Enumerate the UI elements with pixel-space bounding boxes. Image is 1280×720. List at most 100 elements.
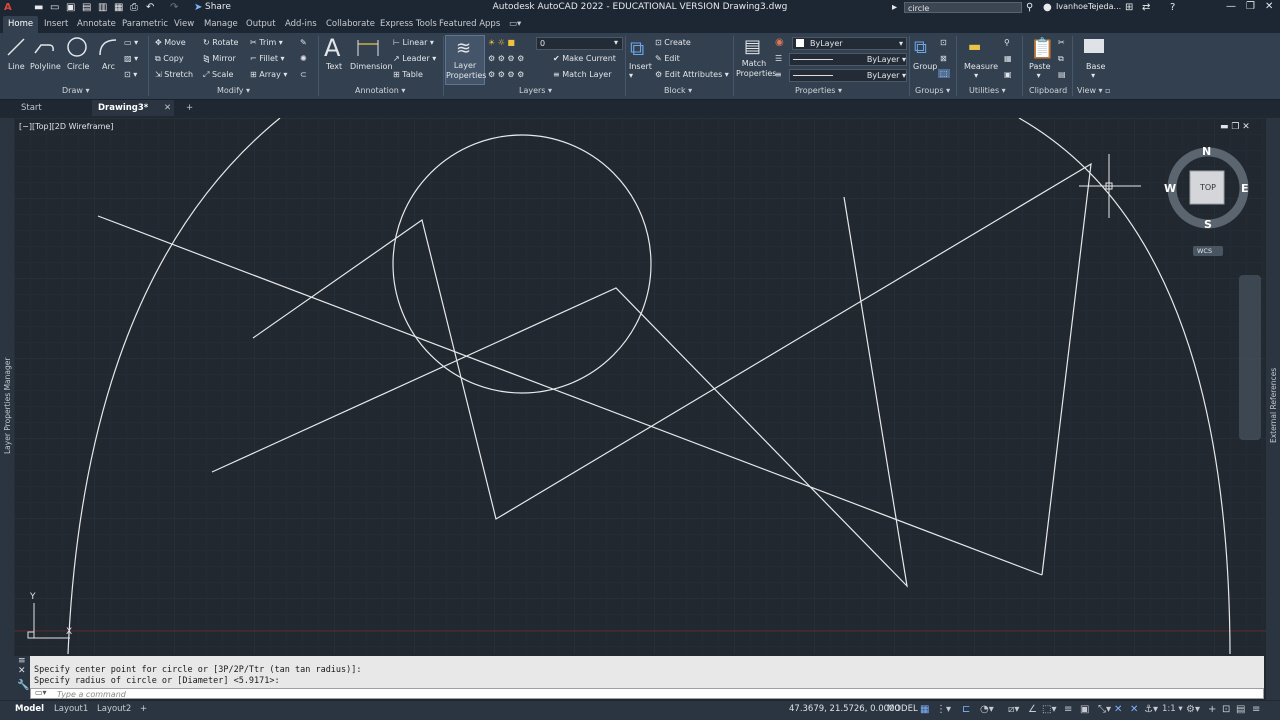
properties-panel-title[interactable]: Properties ▾ (795, 86, 842, 95)
search-input[interactable]: circle (904, 2, 1022, 13)
groups-panel-title[interactable]: Groups ▾ (915, 86, 950, 95)
polyline-button[interactable]: Polyline (30, 62, 61, 71)
annotation-panel-title[interactable]: Annotation ▾ (355, 86, 405, 95)
tab-manage[interactable]: Manage (204, 19, 238, 29)
offset-icon[interactable]: ⊂ (300, 70, 307, 79)
table-button[interactable]: ⊞ Table (393, 70, 423, 79)
scale-button[interactable]: ⤢ Scale (203, 70, 233, 80)
copy-button[interactable]: ⧉ Copy (155, 54, 184, 64)
restore-icon[interactable]: ❐ (1246, 1, 1255, 12)
ribbon-options-icon[interactable]: ▭▾ (509, 19, 521, 29)
create-block-button[interactable]: ⊡ Create (655, 38, 691, 47)
mirror-button[interactable]: ⧎ Mirror (203, 54, 236, 63)
command-prompt-icon[interactable]: ▭▾ (35, 688, 47, 697)
command-grip-icon[interactable]: ≡ (18, 656, 26, 666)
arc-button[interactable]: Arc (102, 62, 115, 71)
annotation-autoscale-icon[interactable]: ✕ (1130, 704, 1138, 715)
drawing-svg[interactable] (14, 118, 1266, 654)
coordinates-readout[interactable]: 47.3679, 21.5726, 0.0000 (789, 704, 900, 714)
color-dropdown[interactable]: ByLayer ▾ (792, 37, 907, 50)
tab-express-tools[interactable]: Express Tools (380, 19, 437, 29)
line-button[interactable]: Line (8, 62, 25, 71)
ortho-icon[interactable]: ⊏ (962, 704, 970, 715)
new-tab-icon[interactable]: + (180, 100, 199, 116)
chevron-down-icon[interactable]: ▾ (614, 38, 618, 47)
tab-annotate[interactable]: Annotate (77, 19, 116, 29)
units-icon[interactable]: ⊡ (1222, 704, 1230, 715)
view-panel-title[interactable]: View ▾ ▫ (1077, 86, 1111, 95)
layers-panel-title[interactable]: Layers ▾ (519, 86, 552, 95)
selection-cycling-icon[interactable]: ⤡▾ (1098, 704, 1111, 715)
tab-view[interactable]: View (174, 19, 194, 29)
viewport-controls-icons[interactable]: ▬ ❐ ✕ (1220, 122, 1250, 132)
insert-icon[interactable]: ⧉ (630, 36, 644, 60)
utilities-panel-title[interactable]: Utilities ▾ (969, 86, 1006, 95)
workspace-gear-icon[interactable]: ⚙▾ (1186, 704, 1200, 715)
draw-panel-title[interactable]: Draw ▾ (62, 86, 89, 95)
insert-button[interactable]: Insert ▾ (629, 62, 652, 80)
quick-properties-icon[interactable]: ▤ (1236, 704, 1245, 715)
rectangle-icon[interactable]: ▭ ▾ (124, 38, 138, 47)
match-properties-icon[interactable]: ▤ (744, 36, 761, 57)
explode-icon[interactable]: ✺ (300, 54, 307, 63)
layer-tools-row1-icons[interactable]: ⚙ ⚙ ⚙ ⚙ (488, 54, 524, 63)
paste-icon[interactable]: 📋 (1030, 36, 1055, 60)
match-prop-clip-icon[interactable]: ▤ (1058, 70, 1066, 79)
command-close-icon[interactable]: ✕ (18, 666, 26, 676)
command-input[interactable]: Type a command (30, 688, 1264, 699)
fillet-button[interactable]: ⌐ Fillet ▾ (250, 54, 285, 63)
tab-layout2[interactable]: Layout2 (97, 704, 131, 714)
circle-button[interactable]: Circle (67, 62, 89, 71)
tab-output[interactable]: Output (246, 19, 276, 29)
group-edit-icon[interactable]: ⊠ (940, 54, 947, 63)
tab-model[interactable]: Model (15, 704, 44, 714)
measure-button[interactable]: Measure ▾ (964, 62, 998, 80)
hatch-icon[interactable]: ▨ ▾ (124, 54, 138, 63)
linetype-dropdown[interactable]: ByLayer ▾ (789, 53, 907, 66)
layer-properties-button[interactable]: ≋ Layer Properties (445, 35, 486, 85)
polar-icon[interactable]: ◔▾ (980, 704, 994, 715)
linear-button[interactable]: ⊢ Linear ▾ (393, 38, 434, 47)
lineweight-toggle-icon[interactable]: ≡ (1064, 704, 1072, 715)
tab-collaborate[interactable]: Collaborate (326, 19, 375, 29)
lineweight-icon[interactable]: ≡ (775, 70, 782, 79)
tab-parametric[interactable]: Parametric (122, 19, 168, 29)
tab-featured-apps[interactable]: Featured Apps (439, 19, 500, 29)
snap-icon[interactable]: ⋮▾ (936, 704, 951, 715)
trim-button[interactable]: ✂ Trim ▾ (250, 38, 283, 47)
minimize-icon[interactable]: — (1226, 1, 1236, 12)
compass-east[interactable]: E (1241, 182, 1249, 195)
grid-icon[interactable]: ▦ (920, 704, 929, 715)
group-button[interactable]: Group (913, 62, 937, 71)
tab-addins[interactable]: Add-ins (285, 19, 317, 29)
cart-icon[interactable]: ⊞ (1125, 2, 1133, 13)
layer-state-icons[interactable]: ☀ ☼ ■ (488, 38, 515, 47)
draw-more-icon[interactable]: ⊡ ▾ (124, 70, 137, 79)
ungroup-icon[interactable]: ⊡ (940, 38, 947, 47)
annotation-monitor-icon[interactable]: + (1208, 704, 1216, 715)
array-button[interactable]: ⊞ Array ▾ (250, 70, 287, 79)
measure-icon[interactable]: ▬ (968, 39, 981, 55)
customize-status-icon[interactable]: ≡ (1252, 704, 1260, 715)
edit-block-button[interactable]: ✎ Edit (655, 54, 680, 63)
model-space-toggle[interactable]: MODEL (887, 704, 918, 714)
rotate-button[interactable]: ↻ Rotate (203, 38, 238, 47)
viewcube-top-label[interactable]: TOP (1200, 183, 1216, 192)
help-icon[interactable]: ? (1170, 2, 1175, 13)
id-point-icon[interactable]: ▣ (1004, 70, 1012, 79)
compass-north[interactable]: N (1202, 145, 1211, 158)
compass-west[interactable]: W (1164, 182, 1176, 195)
compass-south[interactable]: S (1204, 218, 1212, 231)
exchange-icon[interactable]: ⇄ (1142, 2, 1150, 13)
transparency-icon[interactable]: ▣ (1080, 704, 1089, 715)
make-current-button[interactable]: ✔ Make Current (553, 54, 616, 63)
group-selection-icon[interactable]: ⬚ (938, 69, 950, 78)
quick-select-icon[interactable]: ⚲ (1004, 38, 1010, 47)
drawing-canvas[interactable]: [−][Top][2D Wireframe] ▬ ❐ ✕ TOP N S E W… (14, 118, 1266, 654)
add-layout-icon[interactable]: + (140, 704, 147, 714)
tab-insert[interactable]: Insert (44, 19, 68, 29)
leader-button[interactable]: ↗ Leader ▾ (393, 54, 436, 63)
dimension-button[interactable]: Dimension (350, 62, 393, 71)
group-icon[interactable]: ⧉ (914, 37, 927, 58)
layer-dropdown[interactable]: 0 (536, 37, 623, 50)
